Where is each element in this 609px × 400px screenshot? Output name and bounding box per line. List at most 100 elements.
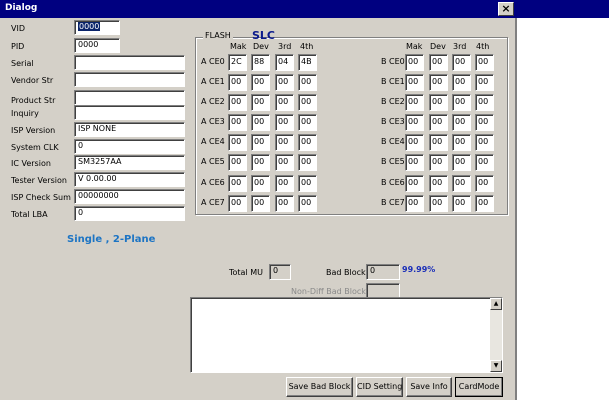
b-ce6-4th[interactable]: 00 bbox=[475, 175, 494, 192]
ic-version-label: IC Version bbox=[11, 159, 51, 168]
a-ce4-dev[interactable]: 00 bbox=[251, 134, 270, 151]
b-ce5-4th[interactable]: 00 bbox=[475, 154, 494, 171]
a-ce0-4th[interactable]: 4B bbox=[298, 54, 317, 71]
a-ce1-3rd[interactable]: 00 bbox=[275, 74, 294, 91]
b-ce0-mak[interactable]: 00 bbox=[405, 54, 424, 71]
ic-version-input[interactable]: SM3257AA bbox=[74, 155, 185, 170]
vid-input[interactable]: 0000 bbox=[74, 20, 120, 35]
b-ce7-dev[interactable]: 00 bbox=[429, 195, 448, 212]
serial-input[interactable] bbox=[74, 55, 185, 70]
title-bar: Dialog bbox=[0, 0, 609, 18]
vendor-str-input[interactable] bbox=[74, 72, 185, 87]
a-ce2-3rd[interactable]: 00 bbox=[275, 94, 294, 111]
a-ce0-dev[interactable]: 88 bbox=[251, 54, 270, 71]
b-ce3-mak[interactable]: 00 bbox=[405, 114, 424, 131]
pid-input[interactable]: 0000 bbox=[74, 38, 120, 53]
close-icon: × bbox=[501, 2, 511, 15]
b-ce3-dev[interactable]: 00 bbox=[429, 114, 448, 131]
b-ce2-label: B CE2 bbox=[381, 97, 405, 106]
b-ce6-dev[interactable]: 00 bbox=[429, 175, 448, 192]
a-ce0-3rd[interactable]: 04 bbox=[275, 54, 294, 71]
a-ce3-dev[interactable]: 00 bbox=[251, 114, 270, 131]
total-lba-label: Total LBA bbox=[11, 210, 48, 219]
b-col-4th: 4th bbox=[476, 42, 490, 51]
a-ce1-mak[interactable]: 00 bbox=[228, 74, 247, 91]
log-scrollbar[interactable]: ▲ ▼ bbox=[490, 298, 502, 372]
a-ce5-dev[interactable]: 00 bbox=[251, 154, 270, 171]
non-diff-bad-block-label: Non-Diff Bad Block bbox=[291, 287, 366, 296]
close-button[interactable]: × bbox=[498, 2, 514, 16]
a-ce3-mak[interactable]: 00 bbox=[228, 114, 247, 131]
b-ce0-dev[interactable]: 00 bbox=[429, 54, 448, 71]
b-ce1-dev[interactable]: 00 bbox=[429, 74, 448, 91]
b-ce2-mak[interactable]: 00 bbox=[405, 94, 424, 111]
a-ce7-3rd[interactable]: 00 bbox=[275, 195, 294, 212]
b-ce2-3rd[interactable]: 00 bbox=[452, 94, 471, 111]
a-ce4-3rd[interactable]: 00 bbox=[275, 134, 294, 151]
save-bad-block-button[interactable]: Save Bad Block bbox=[286, 377, 353, 397]
b-ce5-3rd[interactable]: 00 bbox=[452, 154, 471, 171]
bad-block-label: Bad Block bbox=[326, 268, 366, 277]
a-ce6-mak[interactable]: 00 bbox=[228, 175, 247, 192]
cid-setting-button[interactable]: CID Setting bbox=[356, 377, 403, 397]
b-ce1-label: B CE1 bbox=[381, 77, 405, 86]
b-ce5-dev[interactable]: 00 bbox=[429, 154, 448, 171]
a-ce6-3rd[interactable]: 00 bbox=[275, 175, 294, 192]
a-ce7-dev[interactable]: 00 bbox=[251, 195, 270, 212]
a-ce2-4th[interactable]: 00 bbox=[298, 94, 317, 111]
b-ce0-3rd[interactable]: 00 bbox=[452, 54, 471, 71]
a-ce3-3rd[interactable]: 00 bbox=[275, 114, 294, 131]
tester-version-input[interactable]: V 0.00.00 bbox=[74, 172, 185, 187]
a-ce7-mak[interactable]: 00 bbox=[228, 195, 247, 212]
b-ce5-label: B CE5 bbox=[381, 157, 405, 166]
a-ce5-4th[interactable]: 00 bbox=[298, 154, 317, 171]
a-ce4-4th[interactable]: 00 bbox=[298, 134, 317, 151]
a-ce0-mak[interactable]: 2C bbox=[228, 54, 247, 71]
b-ce4-mak[interactable]: 00 bbox=[405, 134, 424, 151]
save-info-button[interactable]: Save Info bbox=[406, 377, 452, 397]
b-ce5-mak[interactable]: 00 bbox=[405, 154, 424, 171]
a-ce2-dev[interactable]: 00 bbox=[251, 94, 270, 111]
a-ce5-3rd[interactable]: 00 bbox=[275, 154, 294, 171]
system-clk-input[interactable]: 0 bbox=[74, 139, 185, 154]
scroll-up-arrow-icon[interactable]: ▲ bbox=[490, 298, 502, 310]
product-str-input[interactable] bbox=[74, 90, 185, 105]
b-ce3-4th[interactable]: 00 bbox=[475, 114, 494, 131]
a-ce1-4th[interactable]: 00 bbox=[298, 74, 317, 91]
b-ce2-4th[interactable]: 00 bbox=[475, 94, 494, 111]
a-ce6-dev[interactable]: 00 bbox=[251, 175, 270, 192]
isp-check-sum-input[interactable]: 00000000 bbox=[74, 189, 185, 204]
b-ce6-3rd[interactable]: 00 bbox=[452, 175, 471, 192]
a-ce5-mak[interactable]: 00 bbox=[228, 154, 247, 171]
a-ce1-dev[interactable]: 00 bbox=[251, 74, 270, 91]
a-ce7-4th[interactable]: 00 bbox=[298, 195, 317, 212]
b-ce4-3rd[interactable]: 00 bbox=[452, 134, 471, 151]
inquiry-input[interactable] bbox=[74, 105, 185, 120]
b-ce3-3rd[interactable]: 00 bbox=[452, 114, 471, 131]
b-ce1-mak[interactable]: 00 bbox=[405, 74, 424, 91]
a-ce2-label: A CE2 bbox=[201, 97, 225, 106]
a-ce2-mak[interactable]: 00 bbox=[228, 94, 247, 111]
b-ce4-dev[interactable]: 00 bbox=[429, 134, 448, 151]
a-ce4-mak[interactable]: 00 bbox=[228, 134, 247, 151]
b-ce7-4th[interactable]: 00 bbox=[475, 195, 494, 212]
a-ce6-4th[interactable]: 00 bbox=[298, 175, 317, 192]
a-ce3-4th[interactable]: 00 bbox=[298, 114, 317, 131]
b-ce0-4th[interactable]: 00 bbox=[475, 54, 494, 71]
isp-version-input[interactable]: ISP NONE bbox=[74, 122, 185, 137]
card-mode-button[interactable]: CardMode bbox=[455, 377, 503, 397]
scroll-down-arrow-icon[interactable]: ▼ bbox=[490, 360, 502, 372]
b-ce1-3rd[interactable]: 00 bbox=[452, 74, 471, 91]
b-ce4-4th[interactable]: 00 bbox=[475, 134, 494, 151]
b-ce1-4th[interactable]: 00 bbox=[475, 74, 494, 91]
b-ce7-3rd[interactable]: 00 bbox=[452, 195, 471, 212]
bad-block-value: 0 bbox=[366, 264, 400, 280]
log-textarea[interactable]: ▲ ▼ bbox=[190, 297, 503, 373]
total-lba-input[interactable]: 0 bbox=[74, 206, 185, 221]
b-ce7-mak[interactable]: 00 bbox=[405, 195, 424, 212]
b-ce6-mak[interactable]: 00 bbox=[405, 175, 424, 192]
vid-label: VID bbox=[11, 24, 25, 33]
b-col-mak: Mak bbox=[406, 42, 423, 51]
b-ce2-dev[interactable]: 00 bbox=[429, 94, 448, 111]
system-clk-label: System CLK bbox=[11, 143, 59, 152]
